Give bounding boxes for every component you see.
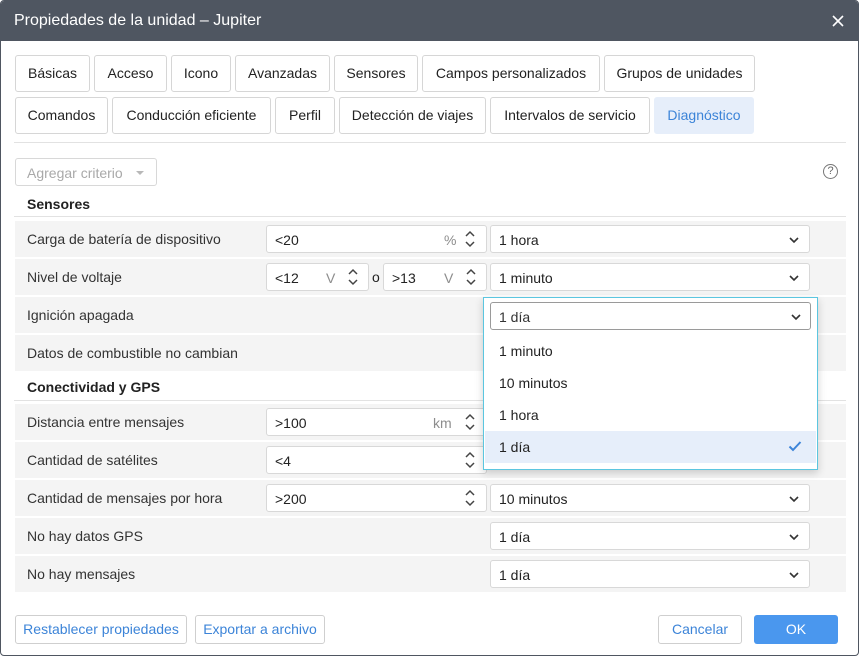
tab-acceso[interactable]: Acceso [94,55,167,92]
criterion-row-battery: Carga de batería de dispositivo <20 % 1 … [15,221,846,257]
tab-icono[interactable]: Icono [171,55,231,92]
tab-deteccion-de-viajes[interactable]: Detección de viajes [339,97,486,134]
no-messages-interval-select[interactable]: 1 día [490,560,810,588]
criterion-row-no-gps: No hay datos GPS 1 día [15,518,846,554]
voltage-low-input[interactable]: <12 V [266,263,369,291]
dropdown-option-1-minuto[interactable]: 1 minuto [485,335,816,367]
spinner-arrows-icon[interactable] [464,450,476,470]
tab-campos-personalizados[interactable]: Campos personalizados [422,55,600,92]
select-value: 1 día [499,567,531,583]
messages-per-hour-interval-select[interactable]: 10 minutos [490,484,810,512]
criterion-row-voltage: Nivel de voltaje <12 V o >13 V 1 minuto [15,259,846,295]
input-value: >100 [275,415,307,431]
chevron-down-icon [789,496,799,503]
input-value: <20 [275,232,299,248]
satellites-threshold-input[interactable]: <4 [266,446,487,474]
chevron-down-icon [791,314,801,321]
add-criterion-label: Agregar criterio [27,165,123,181]
select-value: 1 día [499,529,531,545]
input-value: <4 [275,453,291,469]
ok-button[interactable]: OK [754,615,838,644]
criterion-row-no-messages: No hay mensajes 1 día [15,556,846,592]
option-label: 1 minuto [499,343,553,359]
input-unit: % [444,232,457,248]
criterion-label: Ignición apagada [27,307,134,323]
tabs-divider [14,142,846,143]
tab-comandos[interactable]: Comandos [15,97,108,134]
dropdown-option-10-minutos[interactable]: 10 minutos [485,367,816,399]
export-to-file-button[interactable]: Exportar a archivo [195,615,325,644]
chevron-down-icon [789,275,799,282]
select-value: 1 minuto [499,270,553,286]
spinner-arrows-icon[interactable] [347,267,359,287]
chevron-down-icon [789,237,799,244]
window-title: Propiedades de la unidad – Jupiter [14,12,262,29]
tab-sensores[interactable]: Sensores [334,55,418,92]
criterion-label: Distancia entre mensajes [27,414,185,430]
criterion-label: No hay mensajes [27,566,136,582]
battery-interval-select[interactable]: 1 hora [490,225,810,253]
help-icon[interactable]: ? [823,164,838,179]
voltage-interval-select[interactable]: 1 minuto [490,263,810,291]
criterion-label: Cantidad de satélites [27,452,158,468]
spinner-arrows-icon[interactable] [464,412,476,432]
voltage-high-input[interactable]: >13 V [383,263,487,291]
caret-down-icon [136,171,144,175]
select-value: 10 minutos [499,491,568,507]
tab-diagnostico[interactable]: Diagnóstico [654,97,754,134]
input-unit: km [433,415,452,431]
tab-avanzadas[interactable]: Avanzadas [235,55,330,92]
criterion-label: No hay datos GPS [27,528,143,544]
no-gps-interval-select[interactable]: 1 día [490,522,810,550]
cancel-button[interactable]: Cancelar [658,615,742,644]
close-icon[interactable] [830,13,846,29]
chevron-down-icon [789,534,799,541]
unit-properties-dialog: Propiedades de la unidad – Jupiter Básic… [0,0,859,656]
tab-perfil[interactable]: Perfil [275,97,335,134]
criterion-label: Nivel de voltaje [27,269,122,285]
criterion-label: Datos de combustible no cambian [27,345,238,361]
input-unit: V [444,270,454,286]
check-icon [788,441,802,452]
option-label: 1 día [499,439,531,455]
ignition-interval-select[interactable]: 1 día [490,302,811,330]
criterion-label: Cantidad de mensajes por hora [27,490,223,506]
criterion-row-messages-per-hour: Cantidad de mensajes por hora >200 10 mi… [15,480,846,516]
chevron-down-icon [789,572,799,579]
tab-intervalos-de-servicio[interactable]: Intervalos de servicio [490,97,650,134]
select-value: 1 hora [499,232,539,248]
reset-properties-button[interactable]: Restablecer propiedades [15,615,187,644]
input-unit: V [326,270,336,286]
input-value: <12 [275,270,299,286]
spinner-arrows-icon[interactable] [464,229,476,249]
dropdown-option-1-hora[interactable]: 1 hora [485,399,816,431]
messages-per-hour-input[interactable]: >200 [266,484,487,512]
option-label: 1 hora [499,407,539,423]
section-divider [14,216,846,217]
title-bar: Propiedades de la unidad – Jupiter [1,1,858,41]
section-sensors-title: Sensores [27,196,91,212]
voltage-or-separator: o [372,269,380,285]
option-label: 10 minutos [499,375,568,391]
select-value: 1 día [499,309,531,325]
distance-threshold-input[interactable]: >100 km [266,408,487,436]
tab-grupos-de-unidades[interactable]: Grupos de unidades [604,55,755,92]
input-value: >13 [392,270,416,286]
input-value: >200 [275,491,307,507]
section-connectivity-title: Conectividad y GPS [27,379,161,395]
battery-threshold-input[interactable]: <20 % [266,225,487,253]
criterion-label: Carga de batería de dispositivo [27,231,221,247]
spinner-arrows-icon[interactable] [464,488,476,508]
ignition-interval-dropdown: 1 día 1 minuto 10 minutos 1 hora 1 día [483,297,818,470]
spinner-arrows-icon[interactable] [465,267,477,287]
tab-conduccion-eficiente[interactable]: Conducción eficiente [112,97,271,134]
dropdown-option-1-dia[interactable]: 1 día [485,431,816,463]
tab-basicas[interactable]: Básicas [15,55,90,92]
add-criterion-dropdown[interactable]: Agregar criterio [15,158,157,186]
